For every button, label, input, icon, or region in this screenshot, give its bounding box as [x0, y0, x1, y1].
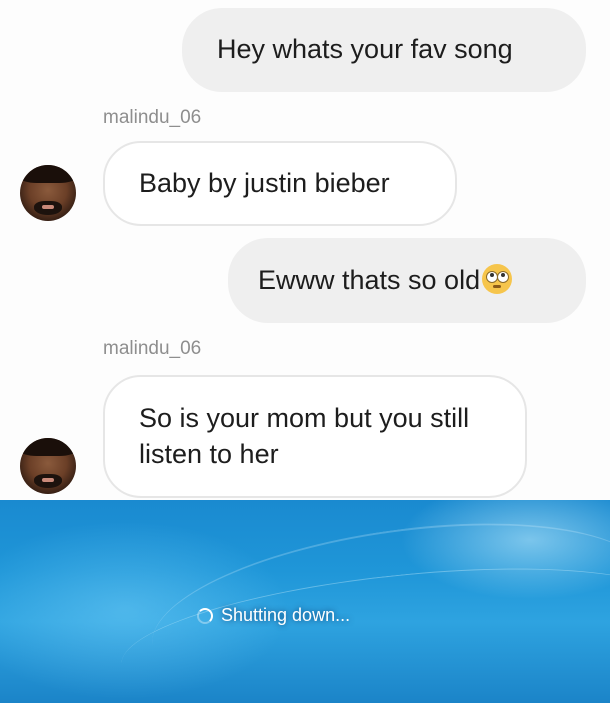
message-bubble-sent[interactable]: Hey whats your fav song — [182, 8, 586, 92]
spinner-icon — [197, 607, 213, 624]
avatar[interactable] — [20, 438, 76, 494]
avatar-mouth — [42, 478, 54, 482]
avatar-hair — [20, 438, 76, 456]
shutdown-status-text: Shutting down... — [221, 605, 351, 625]
message-text: Ewww thats so old — [258, 264, 481, 295]
avatar-mouth — [42, 205, 54, 209]
chat-thread: Hey whats your fav song malindu_06 Baby … — [0, 0, 610, 500]
avatar-hair — [20, 165, 76, 183]
flushed-face-icon — [482, 263, 513, 294]
windows-shutdown-screen: Shutting down... — [0, 500, 610, 703]
message-text: So is your mom but you still listen to h… — [139, 403, 470, 469]
message-bubble-received[interactable]: Baby by justin bieber — [103, 141, 457, 226]
sender-username: malindu_06 — [103, 107, 202, 128]
message-bubble-received[interactable]: So is your mom but you still listen to h… — [103, 375, 527, 498]
shutdown-status: Shutting down... — [197, 605, 350, 626]
avatar[interactable] — [20, 165, 76, 221]
sender-username: malindu_06 — [103, 338, 202, 359]
message-bubble-sent[interactable]: Ewww thats so old — [228, 238, 586, 323]
message-text: Baby by justin bieber — [139, 167, 390, 198]
message-text: Hey whats your fav song — [217, 34, 513, 65]
